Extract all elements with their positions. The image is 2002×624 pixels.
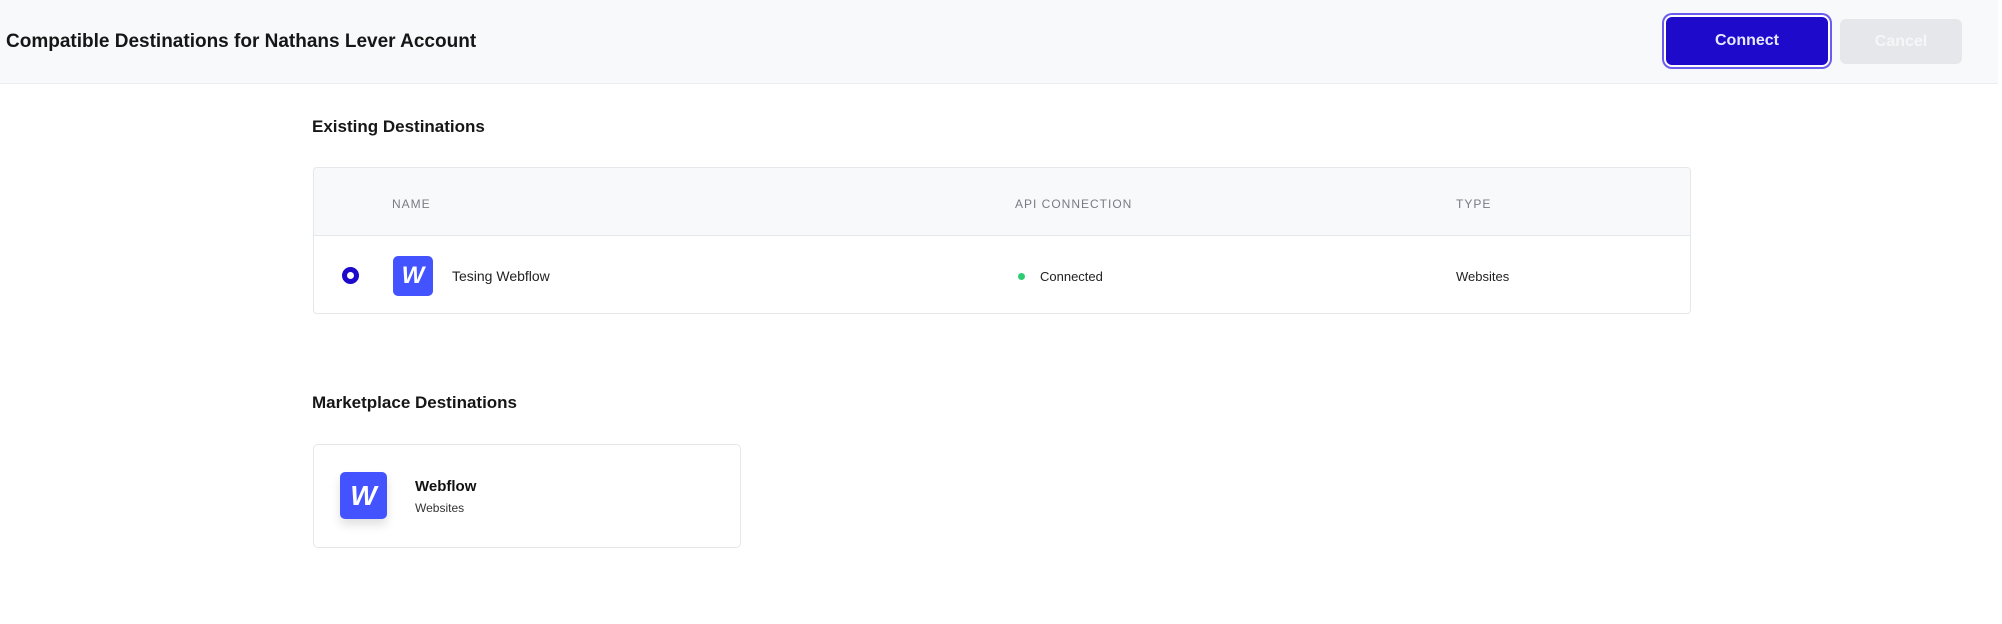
page-header: Compatible Destinations for Nathans Leve…: [0, 0, 1998, 84]
marketplace-item-name: Webflow: [415, 478, 477, 495]
marketplace-item-category: Websites: [415, 501, 465, 515]
webflow-logo-icon: W: [393, 256, 433, 296]
page-title: Compatible Destinations for Nathans Leve…: [6, 31, 477, 52]
table-header: NAME API CONNECTION TYPE: [314, 168, 1690, 236]
column-header-api-connection: API CONNECTION: [1015, 197, 1133, 211]
existing-destinations-table: NAME API CONNECTION TYPE W Tesing Webflo…: [313, 167, 1691, 314]
existing-destinations-heading: Existing Destinations: [312, 117, 485, 136]
connect-button[interactable]: Connect: [1666, 17, 1828, 65]
marketplace-destinations-heading: Marketplace Destinations: [312, 393, 518, 412]
api-connection-status: Connected: [1040, 269, 1103, 284]
marketplace-item-webflow[interactable]: W Webflow Websites: [313, 444, 741, 548]
destination-type: Websites: [1456, 269, 1510, 284]
column-header-name: NAME: [392, 197, 431, 211]
destination-radio[interactable]: [342, 267, 359, 284]
column-header-type: TYPE: [1456, 197, 1492, 211]
cancel-button[interactable]: Cancel: [1840, 19, 1962, 64]
destination-name: Tesing Webflow: [452, 268, 550, 284]
webflow-logo-icon: W: [340, 472, 387, 519]
status-dot-icon: [1018, 273, 1025, 280]
